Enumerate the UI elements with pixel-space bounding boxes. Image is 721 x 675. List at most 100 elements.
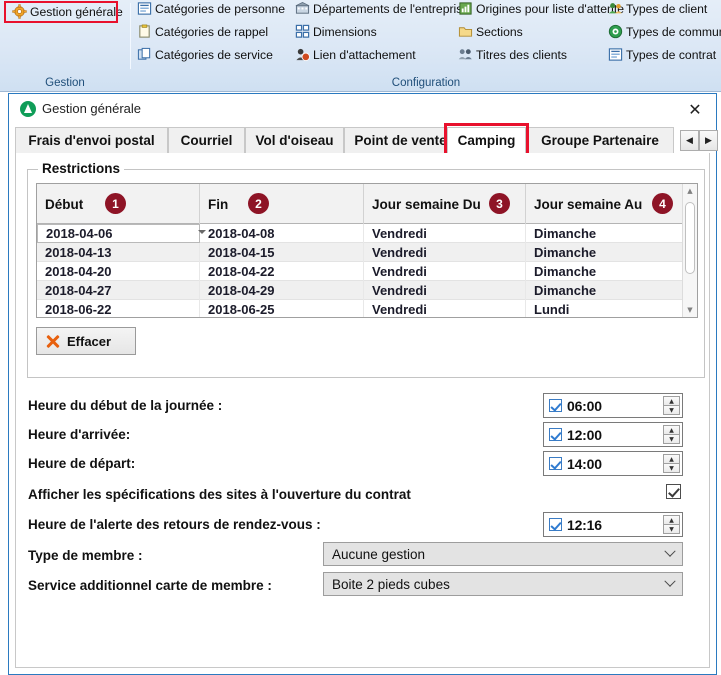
close-icon[interactable]: ✕ <box>682 97 708 121</box>
spin-up-icon[interactable]: ▲ <box>663 396 680 405</box>
ribbon-item-types-de-client[interactable]: Types de client <box>608 1 707 16</box>
tab-camping[interactable]: Camping <box>447 127 526 154</box>
table-row[interactable]: 2018-04-27 2018-04-29 Vendredi Dimanche <box>37 281 697 300</box>
ribbon-item-types-de-communication[interactable]: Types de communi <box>608 24 721 39</box>
grid-cell-debut[interactable]: 2018-04-27 <box>37 281 200 300</box>
grid-cell-jour-du[interactable]: Vendredi <box>364 300 526 317</box>
grid-column-fin[interactable]: Fin 2 <box>200 184 364 224</box>
field-label: Heure d'arrivée: <box>28 426 131 442</box>
ribbon-group-gestion: Gestion générale Gestion <box>0 0 130 91</box>
enable-checkbox[interactable] <box>549 518 562 531</box>
restrictions-grid[interactable]: Début 1 Fin 2 Jour semaine Du 3 Jour sem… <box>36 183 698 318</box>
tab-groupe-partenaire[interactable]: Groupe Partenaire <box>526 127 674 154</box>
spinner-buttons[interactable]: ▲ ▼ <box>663 396 680 415</box>
grid-cell-jour-au[interactable]: Dimanche <box>526 281 684 300</box>
ribbon-item-types-de-contrat[interactable]: Types de contrat <box>608 47 716 62</box>
tab-point-de-vente[interactable]: Point de vente <box>344 127 457 154</box>
ribbon-group-label-gestion: Gestion <box>45 77 85 89</box>
grid-column-jour-semaine-au[interactable]: Jour semaine Au 4 <box>526 184 684 224</box>
grid-cell-debut[interactable]: 2018-06-22 <box>37 300 200 317</box>
field-type-de-membre: Type de membre : Aucune gestion <box>28 542 697 567</box>
ribbon-item-titres-des-clients[interactable]: Titres des clients <box>458 47 567 62</box>
grid-column-debut[interactable]: Début 1 <box>37 184 200 224</box>
table-row[interactable]: 2018-06-22 2018-06-25 Vendredi Lundi <box>37 300 697 317</box>
person-link-icon <box>295 47 310 62</box>
grid-cell-debut[interactable]: 2018-04-20 <box>37 262 200 281</box>
grid-cell-jour-du[interactable]: Vendredi <box>364 262 526 281</box>
badge-2: 2 <box>248 193 269 214</box>
spinner-buttons[interactable]: ▲ ▼ <box>663 454 680 473</box>
spin-up-icon[interactable]: ▲ <box>663 515 680 524</box>
grid-header-row: Début 1 Fin 2 Jour semaine Du 3 Jour sem… <box>37 184 697 224</box>
chevron-down-icon <box>664 545 676 557</box>
tab-courriel[interactable]: Courriel <box>168 127 245 154</box>
tab-vol-doiseau[interactable]: Vol d'oiseau <box>245 127 344 154</box>
enable-checkbox[interactable] <box>549 428 562 441</box>
select-value: Aucune gestion <box>332 546 426 562</box>
grid-icon <box>295 24 310 39</box>
heure-debut-journee-input[interactable]: 06:00 ▲ ▼ <box>543 393 683 418</box>
spin-down-icon[interactable]: ▼ <box>663 405 680 415</box>
field-heure-debut-journee: Heure du début de la journée : 06:00 ▲ ▼ <box>28 393 697 418</box>
spin-up-icon[interactable]: ▲ <box>663 425 680 434</box>
app-green-icon <box>20 101 36 117</box>
table-row[interactable]: 2018-04-06 2018-04-08 Vendredi Dimanche <box>37 224 697 243</box>
ribbon-item-origines-pour-liste-dattente[interactable]: Origines pour liste d'attente <box>458 1 624 16</box>
grid-cell-jour-au[interactable]: Dimanche <box>526 224 684 243</box>
grid-vertical-scrollbar[interactable]: ▲ ▼ <box>682 184 697 317</box>
folder-icon <box>458 24 473 39</box>
effacer-button[interactable]: Effacer <box>36 327 136 355</box>
scrollbar-thumb[interactable] <box>685 202 695 274</box>
heure-alerte-input[interactable]: 12:16 ▲ ▼ <box>543 512 683 537</box>
ribbon-item-categories-de-rappel[interactable]: Catégories de rappel <box>137 24 268 39</box>
field-afficher-specifications: Afficher les spécifications des sites à … <box>28 482 697 506</box>
ribbon-item-categories-de-personne[interactable]: Catégories de personne <box>137 1 285 16</box>
afficher-specifications-checkbox[interactable] <box>666 484 681 499</box>
heure-depart-input[interactable]: 14:00 ▲ ▼ <box>543 451 683 476</box>
ribbon-item-dimensions[interactable]: Dimensions <box>295 24 377 39</box>
ribbon-item-lien-dattachement[interactable]: Lien d'attachement <box>295 47 416 62</box>
spin-up-icon[interactable]: ▲ <box>663 454 680 463</box>
ribbon-item-categories-de-service[interactable]: Catégories de service <box>137 47 273 62</box>
grid-cell-jour-du[interactable]: Vendredi <box>364 224 526 243</box>
ribbon-item-sections[interactable]: Sections <box>458 24 523 39</box>
field-label: Afficher les spécifications des sites à … <box>28 486 411 502</box>
tab-next-button[interactable]: ▶ <box>699 130 718 151</box>
ribbon-item-label: Types de communi <box>626 24 721 39</box>
grid-cell-fin[interactable]: 2018-06-25 <box>200 300 364 317</box>
scroll-up-icon[interactable]: ▲ <box>683 184 697 198</box>
table-row[interactable]: 2018-04-13 2018-04-15 Vendredi Dimanche <box>37 243 697 262</box>
grid-cell-fin[interactable]: 2018-04-22 <box>200 262 364 281</box>
ribbon-item-departements-de-lentreprise[interactable]: Départements de l'entreprise <box>295 1 469 16</box>
ribbon-item-label: Titres des clients <box>476 47 567 62</box>
grid-column-jour-semaine-du[interactable]: Jour semaine Du 3 <box>364 184 526 224</box>
grid-cell-jour-au[interactable]: Dimanche <box>526 262 684 281</box>
tab-frais-denvoi-postal[interactable]: Frais d'envoi postal <box>15 127 168 154</box>
tab-prev-button[interactable]: ◀ <box>680 130 699 151</box>
grid-cell-fin[interactable]: 2018-04-08 <box>200 224 364 243</box>
enable-checkbox[interactable] <box>549 399 562 412</box>
enable-checkbox[interactable] <box>549 457 562 470</box>
spinner-buttons[interactable]: ▲ ▼ <box>663 515 680 534</box>
grid-cell-jour-du[interactable]: Vendredi <box>364 243 526 262</box>
spin-down-icon[interactable]: ▼ <box>663 463 680 473</box>
field-service-additionnel: Service additionnel carte de membre : Bo… <box>28 572 697 597</box>
type-de-membre-select[interactable]: Aucune gestion <box>323 542 683 566</box>
scroll-down-icon[interactable]: ▼ <box>683 303 697 317</box>
spin-down-icon[interactable]: ▼ <box>663 434 680 444</box>
grid-cell-jour-au[interactable]: Lundi <box>526 300 684 317</box>
time-value: 06:00 <box>567 397 602 414</box>
grid-cell-fin[interactable]: 2018-04-15 <box>200 243 364 262</box>
spin-down-icon[interactable]: ▼ <box>663 524 680 534</box>
grid-cell-jour-du[interactable]: Vendredi <box>364 281 526 300</box>
grid-cell-debut-selected[interactable]: 2018-04-06 <box>37 224 206 243</box>
grid-cell-jour-au[interactable]: Dimanche <box>526 243 684 262</box>
table-row[interactable]: 2018-04-20 2018-04-22 Vendredi Dimanche <box>37 262 697 281</box>
grid-cell-debut[interactable]: 2018-04-13 <box>37 243 200 262</box>
field-label: Type de membre : <box>28 547 143 563</box>
spinner-buttons[interactable]: ▲ ▼ <box>663 425 680 444</box>
service-additionnel-select[interactable]: Boite 2 pieds cubes <box>323 572 683 596</box>
grid-cell-fin[interactable]: 2018-04-29 <box>200 281 364 300</box>
heure-arrivee-input[interactable]: 12:00 ▲ ▼ <box>543 422 683 447</box>
ribbon-item-label: Sections <box>476 24 523 39</box>
